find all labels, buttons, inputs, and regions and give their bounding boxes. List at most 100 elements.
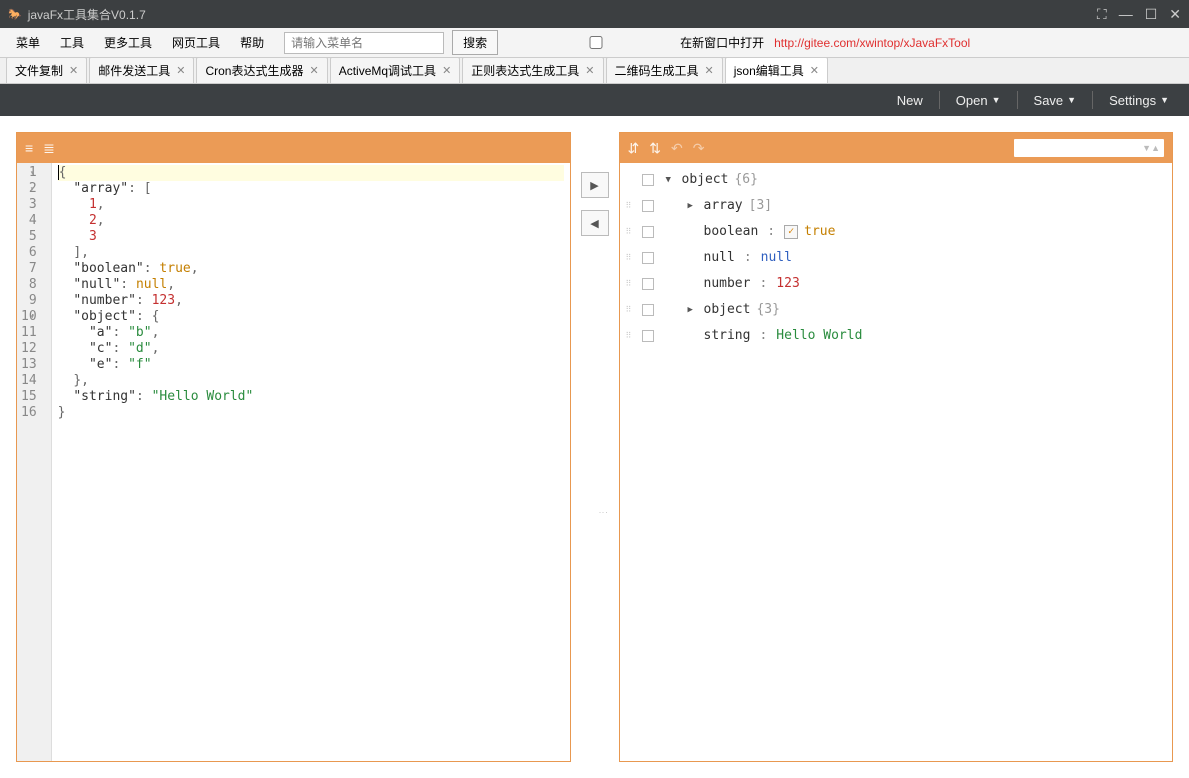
drag-handle-icon[interactable]: ⠿ — [626, 274, 636, 294]
tree-row[interactable]: ⠿boolean:✓ true — [626, 219, 1167, 245]
node-type-icon[interactable] — [642, 252, 654, 264]
close-icon[interactable]: ✕ — [1169, 6, 1181, 23]
code-line[interactable]: "null": null, — [58, 277, 564, 293]
expand-arrow-icon[interactable]: ▶ — [688, 300, 698, 320]
boolean-checkbox[interactable]: ✓ — [784, 225, 798, 239]
node-type-icon[interactable] — [642, 330, 654, 342]
menu-item-help[interactable]: 帮助 — [232, 30, 272, 55]
compact-icon[interactable]: ≣ — [43, 140, 55, 157]
tab-label: 二维码生成工具 — [615, 62, 699, 79]
menu-search-input[interactable] — [284, 32, 444, 54]
tab-close-icon[interactable]: ✕ — [810, 64, 819, 77]
code-line[interactable]: "boolean": true, — [58, 261, 564, 277]
tab-close-icon[interactable]: ✕ — [585, 64, 594, 77]
code-line[interactable]: "array": [ — [58, 181, 564, 197]
editor-toolbar: New Open▼ Save▼ Settings▼ — [0, 84, 1189, 116]
tab-4[interactable]: 正则表达式生成工具 ✕ — [462, 57, 603, 83]
resize-handle[interactable]: ⋮ — [581, 508, 609, 518]
tree-body[interactable]: ▼object {6}⠿▶array [3]⠿boolean:✓ true⠿nu… — [620, 163, 1173, 761]
tab-close-icon[interactable]: ✕ — [705, 64, 714, 77]
new-button[interactable]: New — [887, 87, 933, 114]
code-line[interactable]: "e": "f" — [58, 357, 564, 373]
new-window-checkbox[interactable]: 在新窗口中打开 — [508, 34, 764, 51]
tree-row[interactable]: ⠿null:null — [626, 245, 1167, 271]
tree-value[interactable]: null — [761, 248, 792, 268]
tree-row[interactable]: ⠿string:Hello World — [626, 323, 1167, 349]
undo-icon[interactable]: ↶ — [671, 140, 683, 157]
tab-0[interactable]: 文件复制✕ — [6, 57, 87, 83]
tree-row[interactable]: ⠿number:123 — [626, 271, 1167, 297]
node-type-icon[interactable] — [642, 226, 654, 238]
expand-icon[interactable]: ⛶ — [1097, 6, 1107, 23]
open-button[interactable]: Open▼ — [946, 87, 1011, 114]
code-line[interactable]: { — [58, 165, 564, 181]
tree-value[interactable]: Hello World — [776, 326, 862, 346]
tree-row[interactable]: ⠿ ▶ array [3] — [626, 193, 1167, 219]
new-window-checkbox-input[interactable] — [516, 36, 676, 49]
drag-handle-icon[interactable]: ⠿ — [626, 300, 636, 320]
tab-close-icon[interactable]: ✕ — [442, 64, 451, 77]
code-editor-body[interactable]: 1▾2▾345678910▾111213141516 { "array": [ … — [17, 163, 570, 761]
search-dropdown-icon[interactable]: ▼▲ — [1142, 143, 1160, 153]
expand-all-icon[interactable]: ⇵ — [628, 140, 640, 157]
minimize-icon[interactable]: — — [1119, 6, 1133, 22]
code-line[interactable]: "a": "b", — [58, 325, 564, 341]
tab-5[interactable]: 二维码生成工具 ✕ — [606, 57, 723, 83]
tab-6[interactable]: json编辑工具✕ — [725, 57, 828, 83]
menu-item-web-tools[interactable]: 网页工具 — [164, 30, 228, 55]
fold-icon[interactable]: ▾ — [30, 181, 35, 197]
tab-3[interactable]: ActiveMq调试工具✕ — [330, 57, 461, 83]
tree-value[interactable]: 123 — [776, 274, 799, 294]
code-line[interactable]: 3 — [58, 229, 564, 245]
node-type-icon[interactable] — [642, 278, 654, 290]
project-link[interactable]: http://gitee.com/xwintop/xJavaFxTool — [774, 36, 970, 50]
drag-handle-icon[interactable]: ⠿ — [626, 196, 636, 216]
menu-item-tools[interactable]: 工具 — [52, 30, 92, 55]
tab-label: 正则表达式生成工具 — [471, 62, 579, 79]
expand-arrow-icon[interactable]: ▼ — [666, 170, 676, 190]
fold-icon[interactable]: ▾ — [30, 165, 35, 181]
code-line[interactable]: "c": "d", — [58, 341, 564, 357]
drag-handle-icon[interactable]: ⠿ — [626, 248, 636, 268]
node-type-icon[interactable] — [642, 304, 654, 316]
tab-close-icon[interactable]: ✕ — [176, 64, 185, 77]
tab-close-icon[interactable]: ✕ — [309, 64, 318, 77]
code-line[interactable]: "number": 123, — [58, 293, 564, 309]
tab-close-icon[interactable]: ✕ — [69, 64, 78, 77]
expand-arrow-icon[interactable]: ▶ — [688, 196, 698, 216]
menu-item-more-tools[interactable]: 更多工具 — [96, 30, 160, 55]
code-line[interactable]: ], — [58, 245, 564, 261]
maximize-icon[interactable]: ☐ — [1145, 6, 1158, 23]
format-icon[interactable]: ≡ — [25, 140, 33, 156]
tree-meta: {6} — [734, 170, 757, 190]
fold-icon[interactable]: ▾ — [30, 309, 35, 325]
node-type-icon[interactable] — [642, 200, 654, 212]
tab-2[interactable]: Cron表达式生成器✕ — [196, 57, 327, 83]
code-area[interactable]: { "array": [ 1, 2, 3 ], "boolean": true,… — [52, 163, 570, 761]
collapse-all-icon[interactable]: ⇅ — [649, 140, 661, 157]
menu-item-menu[interactable]: 菜单 — [8, 30, 48, 55]
tree-meta: [3] — [749, 196, 772, 216]
settings-button[interactable]: Settings▼ — [1099, 87, 1179, 114]
node-type-icon[interactable] — [642, 174, 654, 186]
line-gutter: 1▾2▾345678910▾111213141516 — [17, 163, 52, 761]
code-line[interactable]: "object": { — [58, 309, 564, 325]
drag-handle-icon[interactable]: ⠿ — [626, 222, 636, 242]
code-line[interactable]: } — [58, 405, 564, 421]
to-code-button[interactable]: ◀ — [581, 210, 609, 236]
drag-handle-icon[interactable]: ⠿ — [626, 326, 636, 346]
code-line[interactable]: 2, — [58, 213, 564, 229]
tree-row[interactable]: ⠿▶object {3} — [626, 297, 1167, 323]
redo-icon[interactable]: ↷ — [693, 140, 705, 157]
tree-row[interactable]: ▼object {6} — [626, 167, 1167, 193]
save-button[interactable]: Save▼ — [1024, 87, 1087, 114]
code-line[interactable]: }, — [58, 373, 564, 389]
tab-1[interactable]: 邮件发送工具✕ — [89, 57, 194, 83]
tree-value[interactable]: true — [804, 222, 835, 242]
code-line[interactable]: "string": "Hello World" — [58, 389, 564, 405]
code-line[interactable]: 1, — [58, 197, 564, 213]
colon: : — [759, 274, 767, 294]
tree-key: array — [704, 196, 743, 216]
to-tree-button[interactable]: ▶ — [581, 172, 609, 198]
search-button[interactable]: 搜索 — [452, 30, 498, 55]
